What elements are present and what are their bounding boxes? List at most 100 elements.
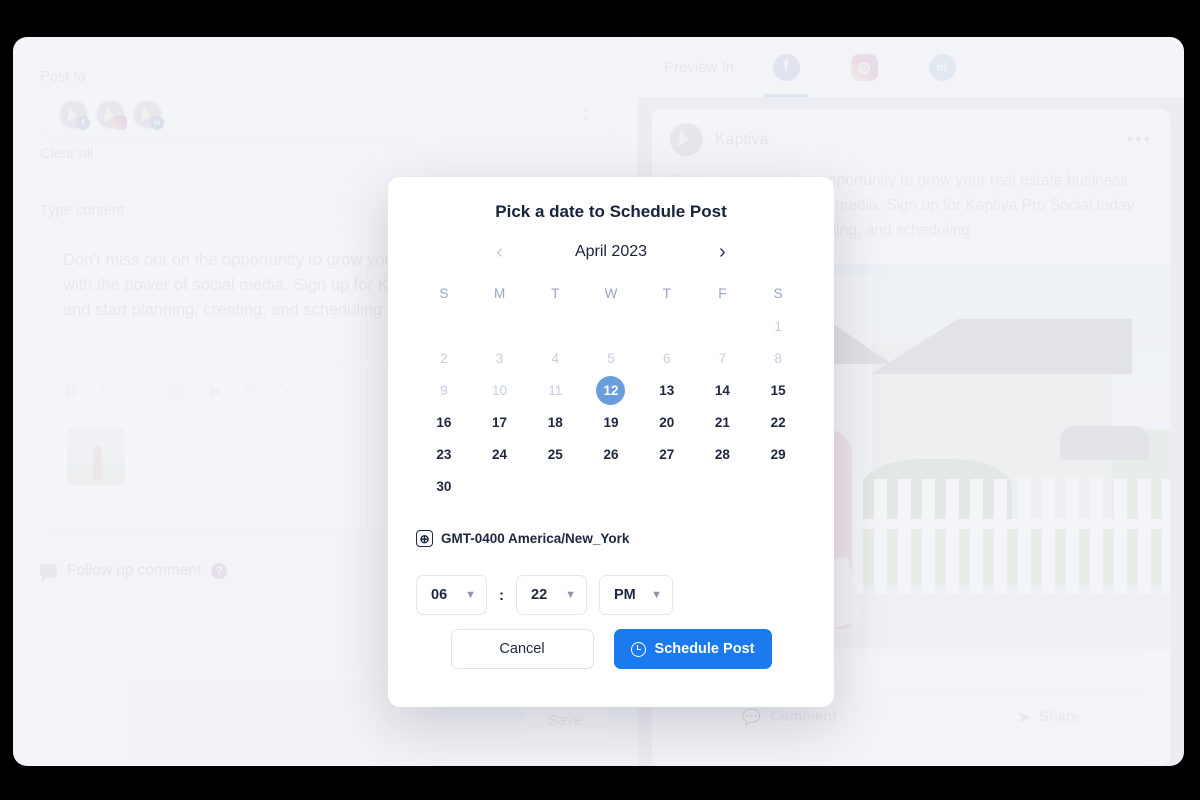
calendar-day[interactable]: 25 (527, 438, 583, 470)
calendar-day[interactable]: 24 (472, 438, 528, 470)
help-icon[interactable]: ? (211, 563, 228, 579)
calendar-day-empty (416, 310, 472, 342)
hour-value: 06 (431, 587, 448, 603)
italic-icon[interactable]: I (99, 382, 104, 399)
calendar-day[interactable]: 7 (695, 342, 751, 374)
follow-up-comment-row[interactable]: Follow up comment ? (40, 562, 228, 582)
calendar-day[interactable]: 20 (639, 406, 695, 438)
calendar-day[interactable]: 2 (416, 342, 472, 374)
calendar-day-empty (527, 310, 583, 342)
calendar-day-label (708, 312, 737, 341)
calendar-day[interactable]: 4 (527, 342, 583, 374)
calendar-day-label: 19 (603, 414, 619, 430)
calendar-day-label: 21 (714, 414, 730, 430)
minute-select[interactable]: 22 ▼ (516, 575, 587, 615)
account-avatar-facebook[interactable]: f (58, 99, 90, 130)
tab-instagram[interactable]: ◎ (838, 37, 890, 97)
calendar-day[interactable]: 21 (695, 406, 751, 438)
weekday-header: S (773, 285, 783, 301)
calendar-day[interactable]: 18 (527, 406, 583, 438)
meridiem-select[interactable]: PM ▼ (599, 575, 673, 615)
calendar-day-label: 15 (770, 382, 786, 398)
calendar-day[interactable]: 29 (750, 438, 806, 470)
calendar-day[interactable]: 17 (472, 406, 528, 438)
post-to-label: Post to (40, 69, 86, 85)
calendar-day[interactable]: 10 (472, 374, 528, 406)
calendar-header: ‹ April 2023 › (388, 242, 834, 262)
cancel-button[interactable]: Cancel (450, 629, 594, 669)
calendar-day[interactable]: 23 (416, 438, 472, 470)
tab-facebook[interactable]: f (760, 37, 812, 97)
calendar-day-label: 14 (714, 382, 730, 398)
account-avatar-instagram[interactable] (95, 99, 127, 130)
calendar-day[interactable]: 27 (639, 438, 695, 470)
timezone-row: ⊕ GMT-0400 America/New_York (416, 530, 834, 547)
prev-month-button[interactable]: ‹ (496, 242, 503, 262)
image-icon[interactable]: 🖼 (165, 382, 187, 399)
calendar-day-label: 1 (774, 318, 782, 334)
video-icon[interactable]: ▶ (209, 382, 222, 399)
emoji-icon[interactable]: ☺ (126, 382, 143, 399)
calendar-day-label: 2 (440, 350, 448, 366)
clear-all-link[interactable]: Clear all (40, 146, 93, 162)
facebook-badge-icon: f (76, 116, 90, 130)
comment-action[interactable]: 💬 Comment (742, 708, 837, 726)
hour-select[interactable]: 06 ▼ (416, 575, 487, 615)
calendar-day[interactable]: 30 (416, 470, 472, 502)
clock-icon (630, 641, 646, 657)
calendar-day[interactable]: 14 (695, 374, 751, 406)
chevron-down-icon: ▼ (565, 589, 576, 601)
attached-image-thumbnail[interactable] (65, 426, 127, 488)
calendar-grid: S M T W T F S 1 2 3 4 5 6 7 8 9 10 11 12 13 14 15 16 17 18 19 20 21… (416, 276, 806, 502)
calendar-day-label: 10 (492, 382, 508, 398)
schedule-post-label: Schedule Post (654, 641, 755, 657)
comment-icon: 💬 (742, 708, 762, 726)
selected-accounts: f in (58, 99, 164, 130)
calendar-day-label: 12 (596, 375, 626, 405)
calendar-day-label: 26 (603, 446, 619, 462)
share-action[interactable]: ➤ Share (1018, 708, 1080, 726)
calendar-day-label (652, 312, 681, 341)
calendar-day[interactable]: 6 (639, 342, 695, 374)
car-shape (1060, 426, 1150, 460)
schedule-post-button[interactable]: Schedule Post (613, 629, 772, 669)
calendar-day[interactable]: 5 (583, 342, 639, 374)
calendar-day-label: 11 (548, 382, 563, 398)
calendar-day[interactable]: 11 (527, 374, 583, 406)
instagram-icon: ◎ (850, 53, 878, 81)
calendar-day[interactable]: 22 (750, 406, 806, 438)
calendar-day-label (541, 312, 570, 341)
globe-icon: ⊕ (416, 530, 433, 547)
next-month-button[interactable]: › (719, 242, 726, 262)
calendar-day[interactable]: 16 (416, 406, 472, 438)
post-header: Kaptiva ••• (652, 109, 1170, 164)
stepper-chevrons-icon[interactable]: ▲ ▼ (582, 105, 591, 124)
calendar-day-label: 13 (659, 382, 675, 398)
calendar-day[interactable]: 8 (750, 342, 806, 374)
tab-linkedin[interactable]: in (916, 37, 968, 97)
calendar-day-label: 28 (714, 446, 730, 462)
calendar-day[interactable]: 12 (583, 374, 639, 406)
bold-icon[interactable]: B (65, 382, 77, 399)
calendar-day[interactable]: 13 (639, 374, 695, 406)
app-window: Post to f in ▲ ▼ Clear all Type content … (13, 37, 1184, 766)
calendar-day[interactable]: 26 (583, 438, 639, 470)
account-avatar-linkedin[interactable]: in (132, 99, 164, 130)
tag-icon[interactable]: ◇ (276, 382, 289, 399)
follow-up-comment-label: Follow up comment (67, 562, 202, 579)
calendar-day[interactable]: 28 (695, 438, 751, 470)
type-content-label: Type content (40, 203, 125, 219)
calendar-day-empty (639, 310, 695, 342)
calendar-day[interactable]: 1 (750, 310, 806, 342)
post-to-select[interactable]: f in ▲ ▼ (40, 89, 610, 138)
thumbnail-person-shape (93, 446, 102, 480)
facebook-icon: f (772, 53, 800, 81)
calendar-day[interactable]: 15 (750, 374, 806, 406)
calendar-day[interactable]: 19 (583, 406, 639, 438)
calendar-day[interactable]: 3 (472, 342, 528, 374)
calendar-day[interactable]: 9 (416, 374, 472, 406)
dialog-title: Pick a date to Schedule Post (495, 202, 727, 221)
calendar-day-label (429, 312, 458, 341)
hashtag-icon[interactable]: # (244, 382, 253, 399)
more-options-icon[interactable]: ••• (1127, 129, 1152, 150)
